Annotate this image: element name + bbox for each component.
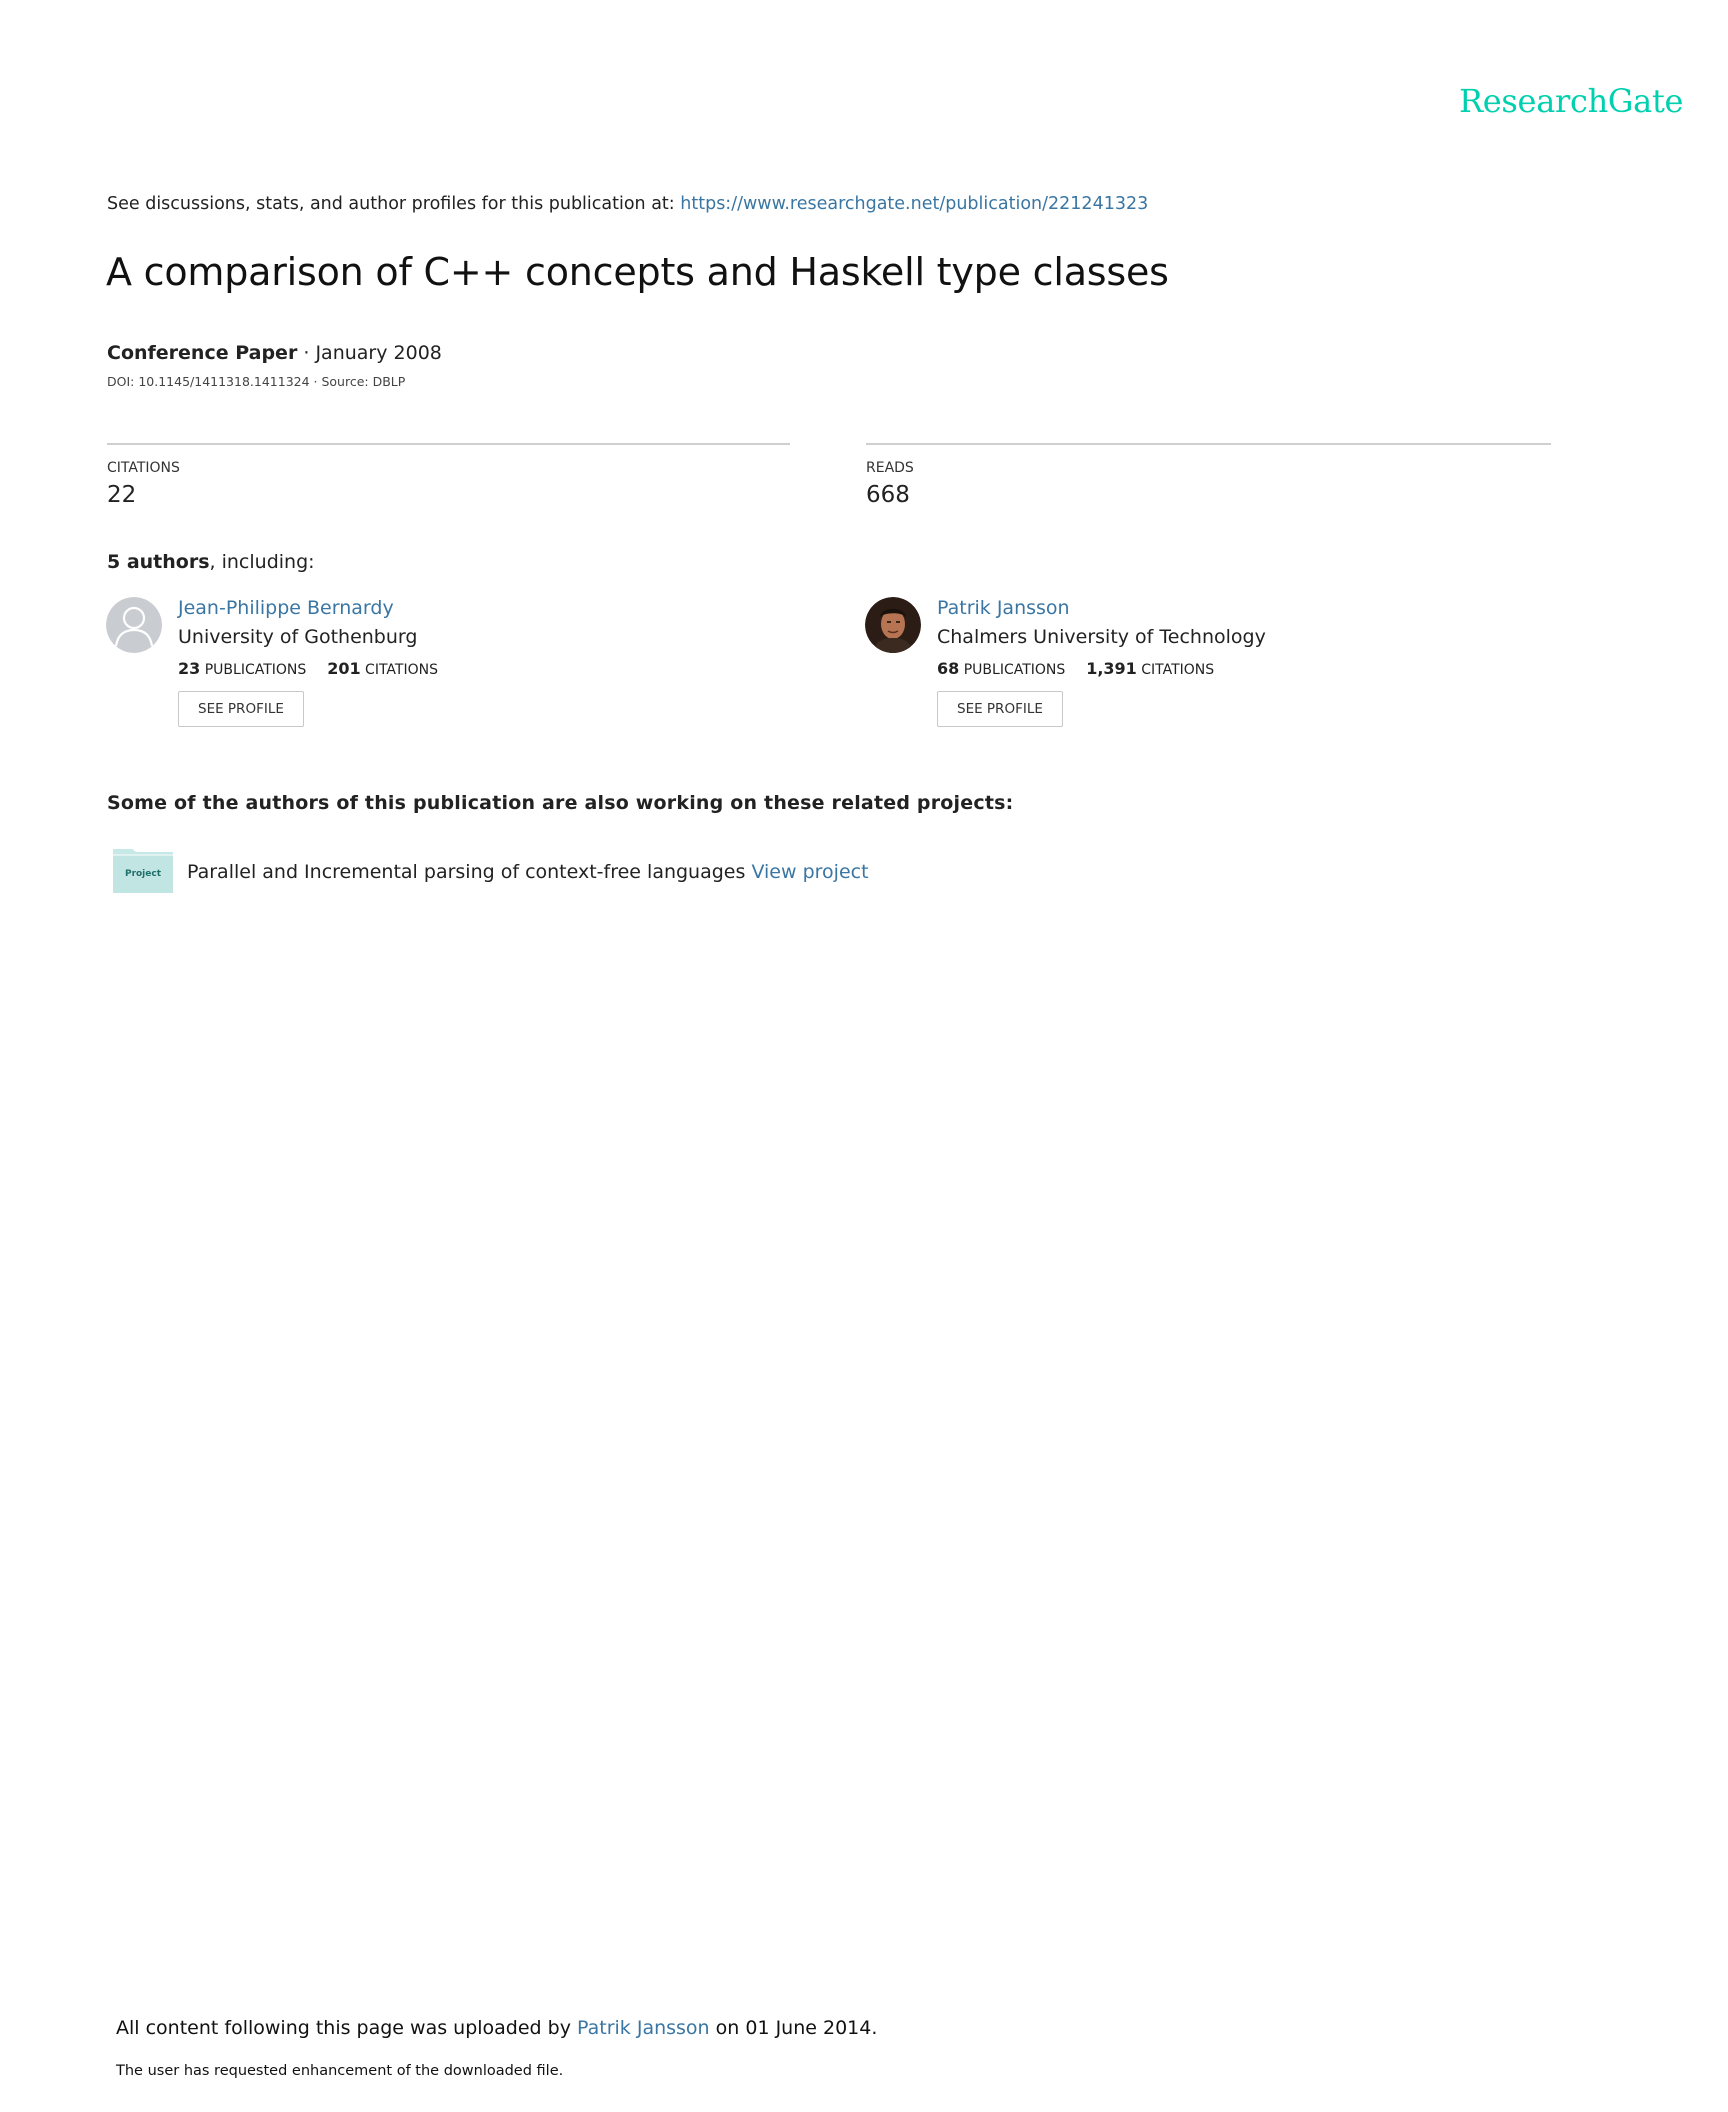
publication-type-line: Conference Paper · January 2008 [107,342,442,364]
publication-date: · January 2008 [297,342,442,364]
project-folder-icon[interactable]: Project [112,846,174,894]
authors-heading: 5 authors, including: [107,551,315,573]
citations-label: CITATIONS [107,460,180,476]
author-institution: Chalmers University of Technology [937,626,1266,648]
author-institution: University of Gothenburg [178,626,418,648]
author-name-link[interactable]: Patrik Jansson [937,597,1070,619]
author-publications-count: 68 [937,659,960,678]
uploader-link[interactable]: Patrik Jansson [577,2017,710,2039]
related-projects-heading: Some of the authors of this publication … [107,792,1014,814]
see-profile-button[interactable]: SEE PROFILE [178,691,304,727]
author-publications-label: PUBLICATIONS [963,662,1066,678]
author-stats: 68 PUBLICATIONS 1,391 CITATIONS [937,659,1214,678]
citations-count: 22 [107,482,137,508]
doi-line: DOI: 10.1145/1411318.1411324 · Source: D… [107,374,406,389]
author-citations-count: 1,391 [1086,659,1137,678]
upload-suffix: on 01 June 2014. [709,2017,878,2039]
default-avatar-icon[interactable] [106,597,162,653]
author-photo[interactable] [865,597,921,653]
publication-title: A comparison of C++ concepts and Haskell… [106,250,1169,294]
reads-divider [866,443,1551,445]
discussion-prefix: See discussions, stats, and author profi… [107,194,681,214]
upload-prefix: All content following this page was uplo… [116,2017,578,2039]
see-profile-button[interactable]: SEE PROFILE [937,691,1063,727]
related-project-item: Parallel and Incremental parsing of cont… [187,861,869,883]
upload-note: All content following this page was uplo… [116,2017,877,2039]
author-name-link[interactable]: Jean-Philippe Bernardy [178,597,394,619]
view-project-link[interactable]: View project [751,861,868,883]
author-stats: 23 PUBLICATIONS 201 CITATIONS [178,659,438,678]
authors-count: 5 authors [107,551,210,573]
publication-url-link[interactable]: https://www.researchgate.net/publication… [680,194,1148,214]
reads-label: READS [866,460,914,476]
author-publications-label: PUBLICATIONS [204,662,307,678]
researchgate-logo[interactable]: ResearchGate [1459,82,1683,120]
author-citations-label: CITATIONS [365,662,438,678]
authors-heading-suffix: , including: [209,551,315,573]
project-title: Parallel and Incremental parsing of cont… [187,861,746,883]
publication-type: Conference Paper [107,342,298,364]
discussion-line: See discussions, stats, and author profi… [107,194,1148,214]
enhancement-note: The user has requested enhancement of th… [116,2063,564,2079]
citations-divider [107,443,790,445]
author-citations-label: CITATIONS [1141,662,1215,678]
author-citations-count: 201 [327,659,361,678]
author-publications-count: 23 [178,659,201,678]
project-icon-label: Project [124,869,162,879]
reads-count: 668 [866,482,910,508]
